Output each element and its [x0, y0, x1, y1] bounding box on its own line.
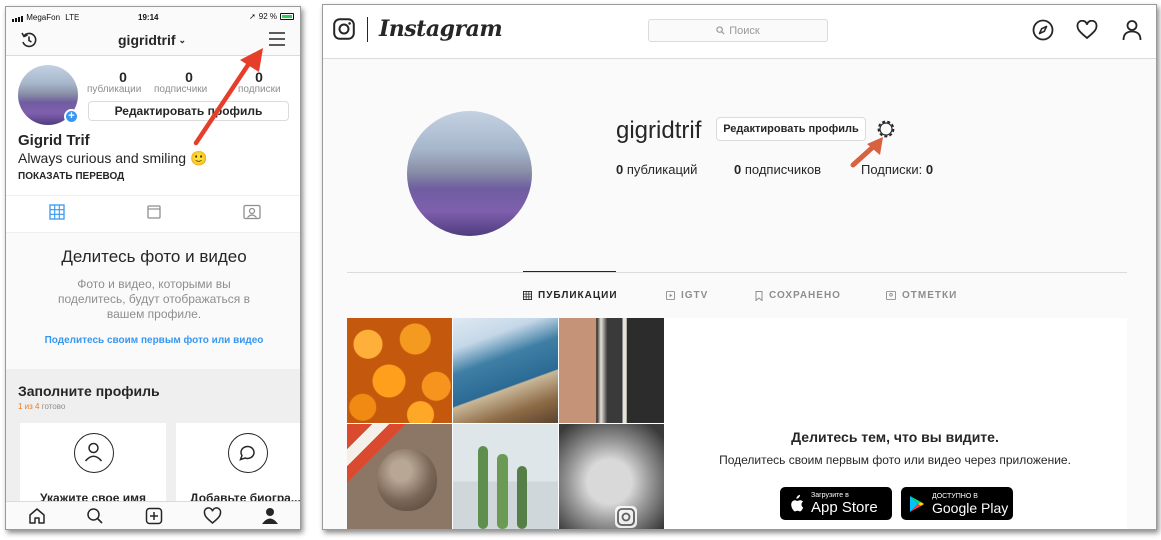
edit-profile-button[interactable]: Редактировать профиль: [716, 117, 866, 141]
profile-name: Gigrid Trif: [18, 132, 90, 149]
status-time: 19:14: [138, 13, 159, 22]
bookmark-icon: [755, 290, 763, 301]
network-label: LTE: [65, 13, 80, 22]
logo-divider: [367, 17, 368, 42]
search-icon: [716, 26, 725, 35]
carrier-label: MegaFon: [26, 13, 61, 22]
stat-posts-label: публикаций: [626, 162, 698, 177]
active-tab-indicator: [523, 271, 616, 272]
promo-subtitle: Поделитесь своим первым фото или видео ч…: [719, 453, 1071, 467]
tagged-tab-icon[interactable]: [243, 204, 261, 225]
igtv-icon: [666, 291, 675, 300]
web-app-panel: Instagram Поиск gigridtrif Редактировать…: [322, 4, 1157, 530]
stat-following-value: 0: [925, 162, 934, 177]
empty-state-line: вашем профиле.: [106, 307, 202, 321]
pointer-arrow: [193, 48, 263, 146]
stat-posts-label: публикации: [87, 84, 142, 95]
tagged-icon: [886, 291, 896, 300]
speech-bubble-icon: [228, 433, 268, 473]
status-bar-left: MegaFon LTE: [12, 13, 79, 22]
photo-photostrip: [559, 318, 664, 423]
stat-posts: 0 публикаций: [616, 162, 697, 177]
stat-following-label: Подписки:: [861, 162, 923, 177]
explore-compass-icon[interactable]: [1032, 19, 1054, 46]
stat-followers[interactable]: 0 подписчиков: [734, 162, 821, 177]
tab-saved-label: СОХРАНЕНО: [769, 290, 841, 301]
profile-icon[interactable]: [261, 507, 279, 529]
grid-tab-icon[interactable]: [49, 204, 65, 225]
tab-igtv-label: IGTV: [681, 290, 709, 301]
add-photo-icon[interactable]: +: [64, 109, 79, 124]
user-icon: [74, 433, 114, 473]
status-bar-right: ➚ 92 %: [249, 12, 294, 21]
new-post-icon[interactable]: [145, 507, 163, 529]
apple-logo-icon: [791, 494, 804, 511]
mobile-app-panel: MegaFon LTE 19:14 ➚ 92 % gigridtrif ⌄ + …: [5, 6, 301, 530]
photo-oranges: [347, 318, 452, 423]
battery-icon: [280, 13, 294, 20]
empty-state-body: Фото и видео, которыми вы поделитесь, бу…: [6, 277, 300, 322]
empty-state-title: Делитесь фото и видео: [61, 247, 247, 266]
google-play-icon: [910, 495, 924, 512]
instagram-logo[interactable]: Instagram: [379, 16, 503, 42]
tab-saved[interactable]: СОХРАНЕНО: [755, 290, 841, 301]
stat-posts-value: 0: [616, 162, 624, 177]
header-username: gigridtrif: [118, 32, 176, 48]
photo-coast: [453, 318, 558, 423]
complete-profile-progress: 1 из 4 готово: [18, 402, 65, 411]
tabs-divider: [347, 272, 1127, 273]
stat-following[interactable]: Подписки: 0: [861, 162, 933, 177]
show-translation-link[interactable]: ПОКАЗАТЬ ПЕРЕВОД: [18, 171, 124, 182]
photo-baby: [559, 424, 664, 529]
app-store-button[interactable]: Загрузите в App Store: [780, 487, 892, 520]
stat-followers-label: подписчиков: [744, 162, 822, 177]
battery-label: 92 %: [258, 12, 277, 21]
location-icon: ➚: [249, 12, 256, 21]
app-store-small-text: Загрузите в: [811, 492, 849, 499]
grid-icon: [523, 291, 532, 300]
chevron-down-icon: ⌄: [178, 34, 187, 45]
instagram-glyph-icon[interactable]: [333, 18, 355, 45]
home-icon[interactable]: [28, 507, 46, 529]
tab-igtv[interactable]: IGTV: [666, 290, 708, 301]
igtv-tab-icon[interactable]: [146, 204, 162, 225]
app-store-big-text: App Store: [811, 499, 878, 516]
progress-count: 1 из 4: [18, 402, 40, 411]
share-first-photo-link[interactable]: Поделитесь своим первым фото или видео: [6, 335, 300, 346]
tab-tagged[interactable]: ОТМЕТКИ: [886, 290, 957, 301]
username-switcher[interactable]: gigridtrif ⌄: [118, 32, 186, 48]
empty-state-line: поделитесь, будут отображаться в: [58, 292, 250, 306]
profile-icon[interactable]: [1121, 19, 1143, 46]
search-input[interactable]: Поиск: [648, 19, 828, 42]
photo-cactus: [453, 424, 558, 529]
activity-heart-icon[interactable]: [203, 507, 222, 529]
stat-posts-value: 0: [119, 69, 127, 85]
progress-word: готово: [41, 402, 66, 411]
google-play-small-text: ДОСТУПНО В: [932, 492, 978, 500]
search-placeholder: Поиск: [729, 24, 760, 37]
history-icon[interactable]: [20, 31, 38, 49]
complete-profile-title: Заполните профиль: [18, 383, 160, 399]
activity-heart-icon[interactable]: [1076, 19, 1098, 45]
photo-dog: [347, 424, 452, 529]
profile-username: gigridtrif: [616, 117, 702, 144]
google-play-big-text: Google Play: [932, 499, 1009, 516]
tab-posts[interactable]: ПУБЛИКАЦИИ: [523, 290, 618, 301]
search-icon[interactable]: [86, 507, 104, 529]
signal-icon: [12, 13, 24, 22]
profile-avatar[interactable]: [407, 111, 532, 236]
hamburger-menu-icon[interactable]: [268, 31, 286, 47]
promo-title: Делитесь тем, что вы видите.: [791, 429, 999, 445]
profile-bio: Always curious and smiling 🙂: [18, 150, 208, 166]
google-play-button[interactable]: ДОСТУПНО В Google Play: [901, 487, 1013, 520]
tab-posts-label: ПУБЛИКАЦИИ: [538, 290, 618, 301]
empty-state-line: Фото и видео, которыми вы: [77, 277, 231, 291]
stat-followers-value: 0: [734, 162, 742, 177]
tab-tagged-label: ОТМЕТКИ: [902, 290, 958, 301]
camera-icon: [615, 506, 637, 528]
